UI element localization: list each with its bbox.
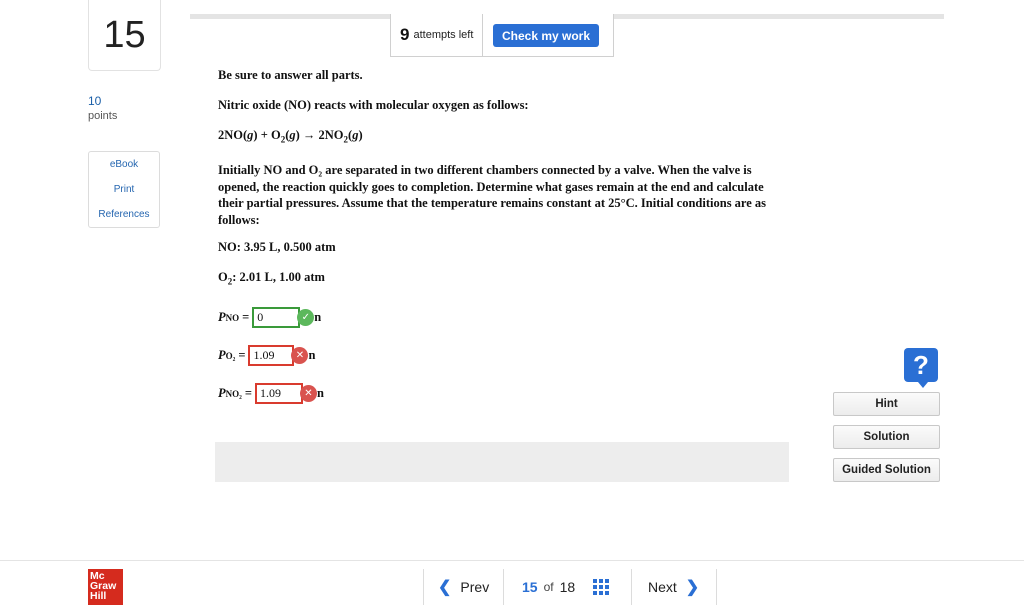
po2-unit: n xyxy=(308,348,316,362)
current-page: 15 xyxy=(522,579,538,595)
answer-row-po2: P O₂ = 1.09 ✕ n xyxy=(218,345,315,366)
nav-divider xyxy=(503,569,504,605)
condition-o2: O2: 2.01 L, 1.00 atm xyxy=(218,270,325,287)
ebook-link[interactable]: eBook xyxy=(89,152,159,177)
pno2-input[interactable]: 1.09 xyxy=(254,383,303,404)
hint-button[interactable]: Hint xyxy=(833,392,940,416)
points-block: 10 points xyxy=(88,94,117,124)
answer-label-main: P xyxy=(218,386,226,400)
check-my-work-button[interactable]: Check my work xyxy=(493,24,599,47)
total-pages: 18 xyxy=(559,579,576,595)
nav-divider xyxy=(716,569,717,605)
nav-divider xyxy=(423,569,424,605)
pno-input[interactable]: 0 xyxy=(252,307,301,328)
pno2-unit: n xyxy=(316,386,324,400)
page-indicator[interactable]: 15 of 18 xyxy=(522,569,610,605)
po2-input[interactable]: 1.09 xyxy=(248,345,295,366)
attempts-panel: 9 attempts left Check my work xyxy=(390,14,614,57)
intro-text: Nitric oxide (NO) reacts with molecular … xyxy=(218,98,529,112)
nav-divider xyxy=(631,569,632,605)
side-links: eBook Print References xyxy=(88,151,160,228)
footer-divider xyxy=(0,560,1024,561)
question-number: 15 xyxy=(88,0,161,71)
prev-label: Prev xyxy=(460,579,490,595)
answer-label-main: P xyxy=(218,348,226,362)
chevron-left-icon: ❮ xyxy=(438,579,452,596)
check-icon: ✓ xyxy=(297,309,315,326)
grid-icon xyxy=(593,579,610,595)
points-label: points xyxy=(88,110,118,122)
instruction-text: Be sure to answer all parts. xyxy=(218,68,363,82)
logo-line: Hill xyxy=(90,590,107,602)
problem-paragraph: Initially NO and O₂ are separated in two… xyxy=(218,163,767,227)
pno-unit: n xyxy=(314,310,322,324)
print-link[interactable]: Print xyxy=(89,177,159,202)
attempts-divider xyxy=(482,14,483,56)
guided-solution-button[interactable]: Guided Solution xyxy=(833,458,940,482)
solution-button[interactable]: Solution xyxy=(833,425,940,449)
reaction-equation: 2NO(g) + O2(g) → 2NO2(g) xyxy=(218,128,363,145)
condition-o2-value: : 2.01 L, 1.00 atm xyxy=(232,270,325,284)
x-icon: ✕ xyxy=(299,385,317,402)
answer-label-sub: O₂ xyxy=(225,350,236,361)
chevron-right-icon: ❯ xyxy=(685,579,700,596)
condition-no: NO: 3.95 L, 0.500 atm xyxy=(218,240,336,254)
answer-row-pno2: P NO₂ = 1.09 ✕ n xyxy=(218,383,324,404)
points-value: 10 xyxy=(88,94,102,108)
feedback-bar xyxy=(215,442,789,482)
references-link[interactable]: References xyxy=(89,202,159,227)
answer-row-pno: P NO = 0 ✓ n xyxy=(218,307,321,328)
help-icon[interactable]: ? xyxy=(904,348,938,388)
prev-button[interactable]: ❮ Prev xyxy=(438,569,489,605)
answer-label-sub: NO xyxy=(225,312,240,323)
answer-label-main: P xyxy=(218,310,226,324)
attempts-count: 9 xyxy=(400,25,410,44)
attempts-label: attempts left xyxy=(413,29,474,41)
of-label: of xyxy=(543,580,554,594)
mcgraw-hill-logo: Mc Graw Hill xyxy=(88,569,123,605)
x-icon: ✕ xyxy=(291,347,309,364)
next-label: Next xyxy=(648,579,677,595)
next-button[interactable]: Next ❯ xyxy=(648,569,699,605)
answer-label-sub: NO₂ xyxy=(225,388,242,399)
